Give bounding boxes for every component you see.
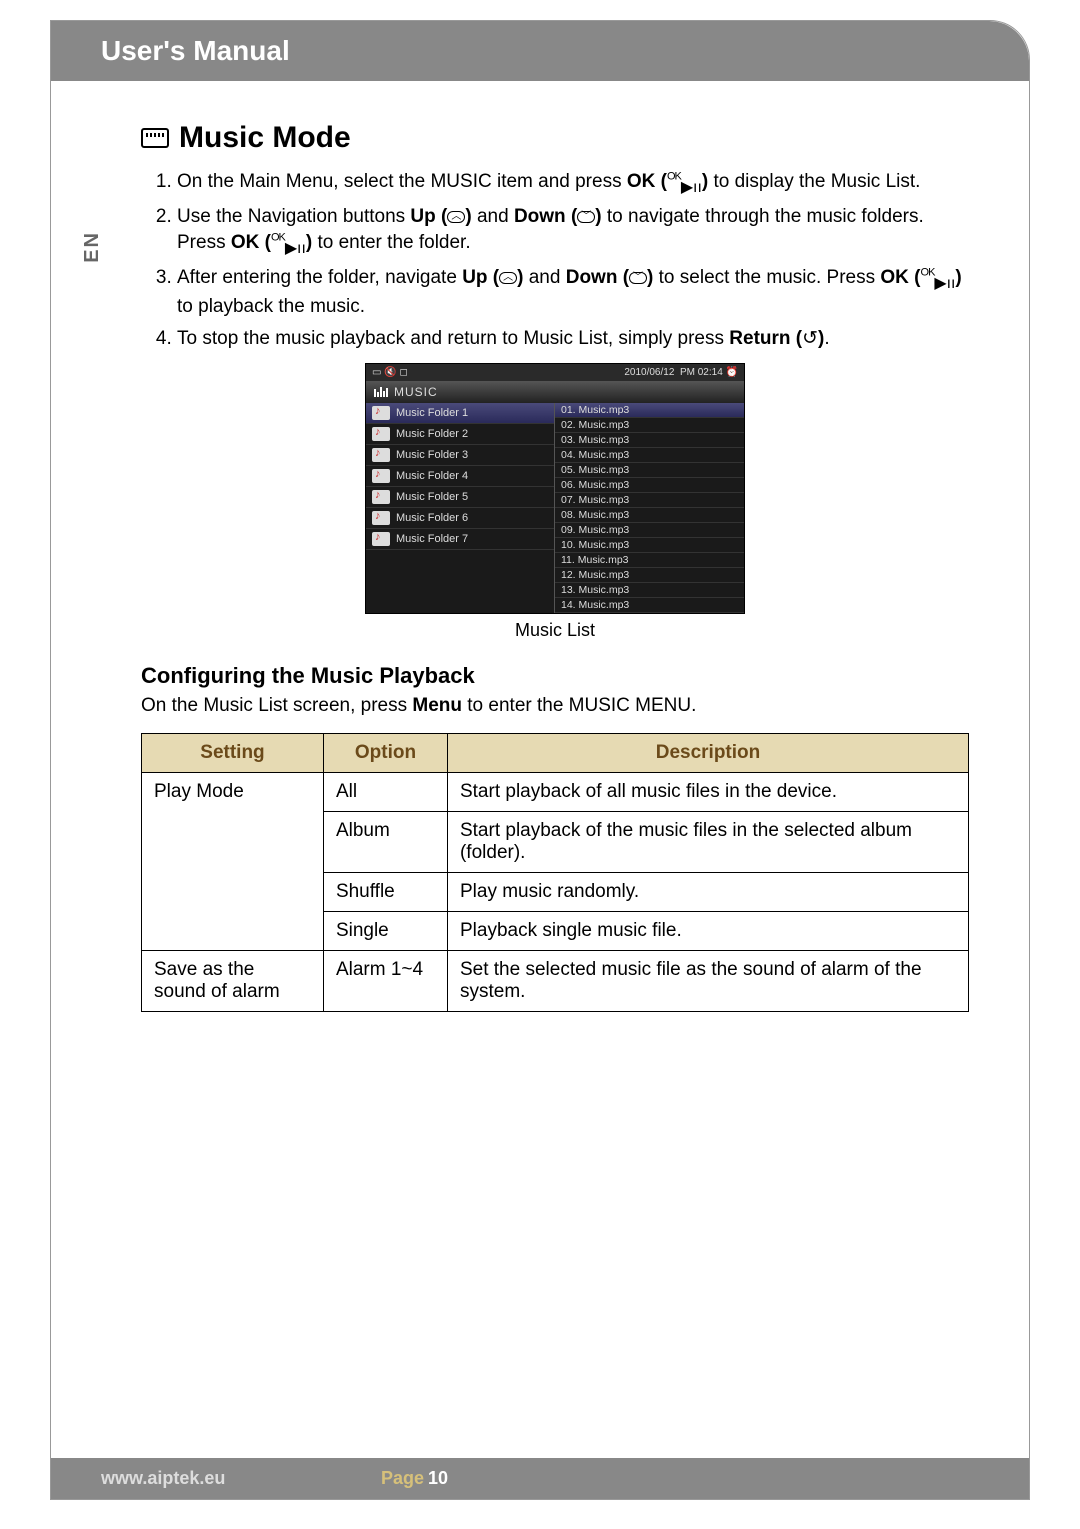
folder-row: Music Folder 2 bbox=[366, 424, 554, 445]
folder-icon bbox=[372, 448, 390, 462]
screenshot-caption: Music List bbox=[141, 620, 969, 641]
config-lead: On the Music List screen, press Menu to … bbox=[141, 695, 969, 717]
file-row: 02. Music.mp3 bbox=[555, 418, 744, 433]
folder-label: Music Folder 7 bbox=[396, 533, 468, 545]
folder-label: Music Folder 2 bbox=[396, 428, 468, 440]
return-icon: ↺ bbox=[802, 328, 818, 349]
header-title: User's Manual bbox=[101, 35, 290, 66]
file-row: 03. Music.mp3 bbox=[555, 433, 744, 448]
file-row: 13. Music.mp3 bbox=[555, 583, 744, 598]
folder-row: Music Folder 5 bbox=[366, 487, 554, 508]
step-4: To stop the music playback and return to… bbox=[177, 326, 969, 352]
table-row: Save as the sound of alarm Alarm 1~4 Set… bbox=[142, 951, 969, 1012]
instruction-list: On the Main Menu, select the MUSIC item … bbox=[177, 169, 969, 351]
step-3: After entering the folder, navigate Up (… bbox=[177, 265, 969, 320]
step-1: On the Main Menu, select the MUSIC item … bbox=[177, 169, 969, 198]
equalizer-icon bbox=[374, 387, 388, 397]
file-row: 04. Music.mp3 bbox=[555, 448, 744, 463]
file-row: 11. Music.mp3 bbox=[555, 553, 744, 568]
file-row: 07. Music.mp3 bbox=[555, 493, 744, 508]
folder-icon bbox=[372, 406, 390, 420]
folder-label: Music Folder 3 bbox=[396, 449, 468, 461]
file-row: 05. Music.mp3 bbox=[555, 463, 744, 478]
file-row: 12. Music.mp3 bbox=[555, 568, 744, 583]
settings-table: Setting Option Description Play Mode All… bbox=[141, 733, 969, 1012]
file-row: 10. Music.mp3 bbox=[555, 538, 744, 553]
footer-url: www.aiptek.eu bbox=[101, 1468, 381, 1489]
status-icons: ▭ 🔇 ◻ bbox=[372, 367, 408, 378]
file-row: 06. Music.mp3 bbox=[555, 478, 744, 493]
manual-page: User's Manual EN Music Mode On the Main … bbox=[50, 20, 1030, 1500]
header-band: User's Manual bbox=[51, 21, 1029, 81]
folder-icon bbox=[372, 427, 390, 441]
folder-label: Music Folder 5 bbox=[396, 491, 468, 503]
folder-icon bbox=[372, 511, 390, 525]
folder-row: Music Folder 6 bbox=[366, 508, 554, 529]
ok-icon: OK bbox=[667, 171, 681, 183]
file-row: 09. Music.mp3 bbox=[555, 523, 744, 538]
language-tab: EN bbox=[81, 231, 104, 263]
device-mode-label: MUSIC bbox=[366, 381, 744, 403]
content-area: Music Mode On the Main Menu, select the … bbox=[51, 81, 1029, 1012]
device-screenshot: ▭ 🔇 ◻ 2010/06/12 PM 02:14 ⏰ MUSIC Music … bbox=[141, 363, 969, 641]
folder-row: Music Folder 3 bbox=[366, 445, 554, 466]
folder-label: Music Folder 4 bbox=[396, 470, 468, 482]
folder-icon bbox=[372, 532, 390, 546]
folder-row: Music Folder 7 bbox=[366, 529, 554, 550]
music-mode-icon bbox=[141, 128, 169, 148]
folder-icon bbox=[372, 490, 390, 504]
file-row: 01. Music.mp3 bbox=[555, 403, 744, 418]
folder-icon bbox=[372, 469, 390, 483]
device-screen: ▭ 🔇 ◻ 2010/06/12 PM 02:14 ⏰ MUSIC Music … bbox=[365, 363, 745, 614]
down-icon: ﹀ bbox=[577, 211, 595, 223]
section-title: Music Mode bbox=[141, 121, 969, 155]
section-title-text: Music Mode bbox=[179, 121, 351, 155]
folder-label: Music Folder 6 bbox=[396, 512, 468, 524]
ok-icon: OK bbox=[921, 267, 935, 279]
up-icon: ︿ bbox=[447, 211, 465, 223]
file-row: 08. Music.mp3 bbox=[555, 508, 744, 523]
col-setting: Setting bbox=[142, 734, 324, 773]
footer-band: www.aiptek.eu Page 10 bbox=[51, 1458, 1029, 1499]
file-list: 01. Music.mp302. Music.mp303. Music.mp30… bbox=[555, 403, 744, 613]
device-status-bar: ▭ 🔇 ◻ 2010/06/12 PM 02:14 ⏰ bbox=[366, 364, 744, 381]
down-icon: ﹀ bbox=[629, 272, 647, 284]
ok-icon: OK bbox=[271, 231, 285, 243]
col-option: Option bbox=[323, 734, 447, 773]
device-body: Music Folder 1 Music Folder 2 Music Folder… bbox=[366, 403, 744, 613]
folder-list: Music Folder 1 Music Folder 2 Music Folder… bbox=[366, 403, 555, 613]
step-2: Use the Navigation buttons Up (︿) and Do… bbox=[177, 204, 969, 259]
col-description: Description bbox=[447, 734, 968, 773]
table-row: Play Mode All Start playback of all musi… bbox=[142, 773, 969, 812]
file-row: 14. Music.mp3 bbox=[555, 598, 744, 613]
folder-row: Music Folder 1 bbox=[366, 403, 554, 424]
table-header-row: Setting Option Description bbox=[142, 734, 969, 773]
footer-page-number: 10 bbox=[428, 1468, 448, 1489]
up-icon: ︿ bbox=[499, 272, 517, 284]
folder-row: Music Folder 4 bbox=[366, 466, 554, 487]
folder-label: Music Folder 1 bbox=[396, 407, 468, 419]
config-heading: Configuring the Music Playback bbox=[141, 663, 969, 689]
footer-page-label: Page bbox=[381, 1468, 424, 1489]
